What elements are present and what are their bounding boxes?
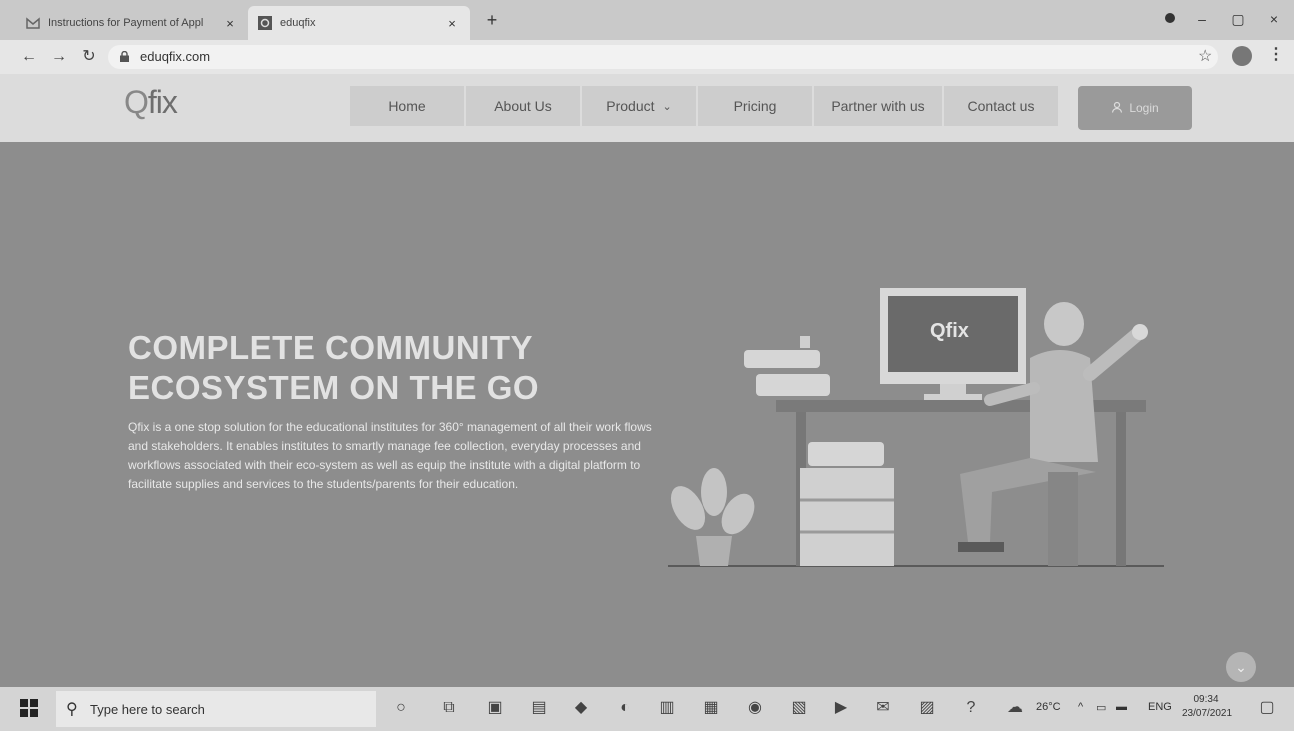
- reload-icon[interactable]: ↻: [78, 46, 100, 68]
- plant-icon: [670, 468, 755, 566]
- windows-start-icon[interactable]: [20, 699, 38, 717]
- nav-partner[interactable]: Partner with us: [814, 86, 942, 126]
- back-icon[interactable]: ←: [18, 46, 40, 68]
- tray-up-icon[interactable]: ^: [1078, 701, 1083, 713]
- tab-close-icon[interactable]: ×: [444, 16, 460, 31]
- login-label: Login: [1129, 101, 1159, 115]
- windows-taskbar: ⚲ Type here to search ○ ⧉ ▣ ▤ ◆ ◐ ▥ ▦ ◉ …: [0, 687, 1294, 731]
- battery-icon[interactable]: ▬: [1116, 701, 1127, 713]
- nav-pricing[interactable]: Pricing: [698, 86, 812, 126]
- weather-temp: 26°C: [1036, 701, 1061, 713]
- clock-date: 23/07/2021: [1182, 708, 1233, 719]
- cortana-icon[interactable]: ○: [390, 697, 412, 719]
- nav-product[interactable]: Product ⌄: [582, 86, 696, 126]
- clock-time: 09:34: [1193, 694, 1219, 705]
- main-nav: Home About Us Product ⌄ Pricing Partner …: [350, 86, 1060, 126]
- monitor-icon: [880, 288, 1026, 400]
- edge-icon[interactable]: ◐: [614, 697, 636, 719]
- chevron-down-icon: ⌄: [662, 100, 672, 113]
- tab-title: Instructions for Payment of Appl: [48, 17, 204, 29]
- browser-tab-strip: Instructions for Payment of Appl × eduqf…: [0, 0, 1294, 40]
- tab-eduqfix[interactable]: eduqfix ×: [248, 6, 470, 40]
- mail-icon[interactable]: ✉: [872, 697, 894, 719]
- taskbar-clock[interactable]: 09:34 23/07/2021: [1182, 693, 1233, 721]
- hero-illustration: [668, 288, 1164, 567]
- bookmark-star-icon[interactable]: ☆: [1198, 46, 1212, 66]
- profile-avatar[interactable]: [1232, 46, 1252, 66]
- minimize-icon[interactable]: –: [1182, 6, 1222, 32]
- qfix-icon: [258, 16, 272, 30]
- close-window-icon[interactable]: ×: [1254, 6, 1294, 32]
- hero-section: Qfix COMPLETE COMMUNITY ECOSYSTEM ON THE…: [0, 142, 1294, 687]
- tab-gmail[interactable]: Instructions for Payment of Appl ×: [16, 6, 248, 40]
- language-indicator[interactable]: ENG: [1148, 701, 1172, 713]
- url-text: eduqfix.com: [140, 49, 211, 64]
- maximize-icon[interactable]: ▢: [1218, 6, 1258, 32]
- help-icon[interactable]: ?: [960, 697, 982, 719]
- lock-icon: [120, 51, 129, 62]
- user-icon: [1111, 101, 1123, 116]
- nav-product-label: Product: [606, 98, 655, 114]
- url-field[interactable]: eduqfix.com: [108, 45, 1218, 69]
- nav-home[interactable]: Home: [350, 86, 464, 126]
- chrome-icon[interactable]: ◉: [744, 697, 766, 719]
- document-icon[interactable]: ▨: [916, 697, 938, 719]
- gmail-icon: [26, 16, 40, 30]
- browser-menu-icon[interactable]: ⋮: [1268, 44, 1284, 64]
- new-tab-button[interactable]: +: [480, 8, 504, 32]
- notifications-icon[interactable]: ▢: [1256, 697, 1278, 719]
- app-icon[interactable]: ◆: [570, 697, 592, 719]
- login-button[interactable]: Login: [1078, 86, 1192, 130]
- media-icon[interactable]: ▶: [830, 697, 852, 719]
- taskbar-search[interactable]: ⚲ Type here to search: [56, 691, 376, 727]
- network-icon[interactable]: ▭: [1096, 701, 1106, 714]
- scroll-down-icon[interactable]: ⌄: [1226, 652, 1256, 682]
- nav-about-us[interactable]: About Us: [466, 86, 580, 126]
- qfix-logo[interactable]: Qfix: [124, 84, 178, 121]
- monitor-logo: Qfix: [930, 320, 969, 342]
- forward-icon[interactable]: →: [48, 46, 70, 68]
- nav-contact[interactable]: Contact us: [944, 86, 1058, 126]
- weather-icon: ☁: [1007, 699, 1023, 716]
- search-icon: ⚲: [66, 701, 78, 718]
- site-header: Qfix Home About Us Product ⌄ Pricing Par…: [0, 74, 1294, 142]
- word-icon[interactable]: ▤: [528, 697, 550, 719]
- tab-close-icon[interactable]: ×: [222, 16, 238, 31]
- hero-description: Qfix is a one stop solution for the educ…: [128, 420, 652, 491]
- tab-title: eduqfix: [280, 17, 316, 29]
- hero-headline: COMPLETE COMMUNITY ECOSYSTEM ON THE GO: [128, 329, 540, 406]
- drawer-cabinet: [800, 442, 894, 566]
- books-stack-icon: [744, 336, 830, 396]
- app-icon-2[interactable]: ▥: [656, 697, 678, 719]
- search-placeholder: Type here to search: [90, 702, 205, 717]
- excel-icon[interactable]: ▦: [700, 697, 722, 719]
- address-bar-row: ← → ↻ eduqfix.com: [0, 40, 1294, 74]
- file-icon[interactable]: ▧: [788, 697, 810, 719]
- task-view-icon[interactable]: ⧉: [438, 697, 460, 719]
- store-icon[interactable]: ▣: [484, 697, 506, 719]
